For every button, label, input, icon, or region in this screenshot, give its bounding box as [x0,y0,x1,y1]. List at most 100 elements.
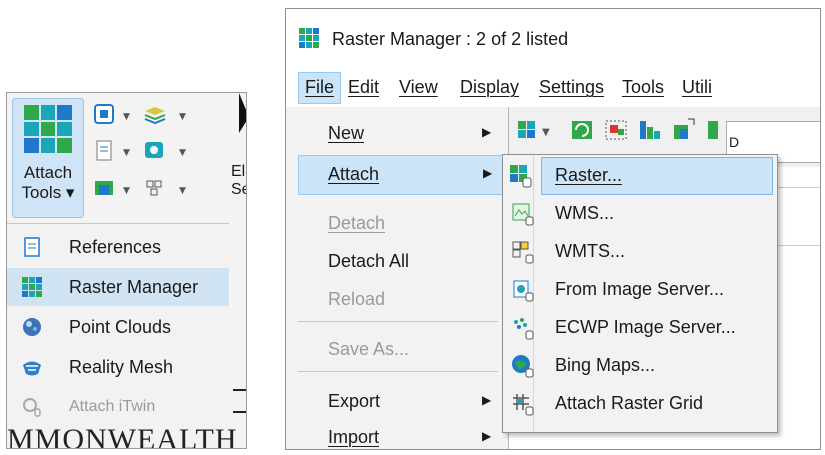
menu-separator [298,371,498,372]
menu-file[interactable]: File [298,72,342,104]
attach-tools-label-dropdown: Tools ▾ [21,183,75,202]
toolbar-field-text: D [729,134,740,150]
svg-text:▼: ▼ [179,148,186,158]
menu-settings[interactable]: Settings [539,77,604,98]
selection-arrow-icon [239,93,246,133]
menu-utilities[interactable]: Utili [682,77,712,98]
point-clouds-icon [23,318,41,336]
small-tool-row-3: ▼ ▼ [93,177,223,208]
menu-item-raster-manager[interactable]: Raster Manager [7,268,229,306]
menu-tools[interactable]: Tools [622,77,664,98]
attach-tools-button[interactable]: Attach Tools ▾ [12,98,84,218]
submenu-bing-maps[interactable]: Bing Maps... [503,347,777,385]
submenu-from-image-server[interactable]: From Image Server... [503,271,777,309]
menu-item-label: Detach All [328,251,410,271]
raster-tools-icons[interactable]: ▼ ▼ [93,139,223,165]
menu-item-label: WMS... [555,203,614,223]
file-menu-export[interactable]: Export ▶ [286,383,508,421]
raster-extra-icon[interactable] [708,121,718,139]
menu-item-label: WMTS... [555,241,625,261]
menu-bar: File Edit View Display Settings Tools Ut… [286,67,820,107]
attach-tools-dropdown: References Raster Manager Point Clouds R… [7,223,229,448]
svg-text:▼: ▼ [123,148,130,158]
menu-edit[interactable]: Edit [348,77,379,98]
menu-item-label: New [328,123,365,143]
submenu-raster[interactable]: Raster... [541,157,773,195]
svg-text:▼: ▼ [179,112,186,122]
submenu-arrow-icon: ▶ [483,166,493,180]
small-tool-row-1: ▼ ▼ [93,103,223,134]
grid-tools-icons[interactable]: ▼ ▼ [93,177,223,203]
menu-item-label: Import [328,427,380,447]
file-menu-reload[interactable]: Reload [286,281,508,319]
element-selection-label-line1: Elen [231,163,246,180]
menu-item-label: Raster Manager [69,277,199,297]
document-background-text: MMONWEALTH [7,423,238,449]
menu-item-reality-mesh[interactable]: Reality Mesh [7,348,229,386]
submenu-wmts[interactable]: WMTS... [503,233,777,271]
menu-display[interactable]: Display [460,77,519,98]
menu-separator [298,321,498,322]
attach-tools-label: Attach [23,163,73,182]
menu-item-attach-itwin[interactable]: Attach iTwin [7,388,229,426]
ecwp-server-icon [514,318,534,340]
raster-manager-window: Raster Manager : 2 of 2 listed File Edit… [285,8,821,450]
small-tool-row-2: ▼ ▼ [93,139,223,170]
raster-manager-icon [22,277,42,297]
wmts-icon [512,241,534,264]
menu-item-label: References [69,237,162,257]
file-menu-new[interactable]: New ▶ [286,115,508,153]
menu-item-label: Attach Raster Grid [555,393,704,413]
submenu-attach-raster-grid[interactable]: Attach Raster Grid [503,385,777,423]
menu-item-label: Attach [328,164,380,184]
reality-mesh-icon [23,361,41,376]
file-menu-detach-all[interactable]: Detach All [286,243,508,281]
raster-manager-icon [299,28,319,48]
menu-item-label: From Image Server... [555,279,725,299]
window-title: Raster Manager : 2 of 2 listed [332,29,569,49]
submenu-arrow-icon: ▶ [482,429,492,443]
references-icon [24,237,40,257]
title-bar: Raster Manager : 2 of 2 listed [286,9,820,67]
file-menu-attach[interactable]: Attach ▶ [298,155,506,195]
submenu-wms[interactable]: WMS... [503,195,777,233]
menu-item-label: Export [328,391,381,411]
menu-item-label: Save As... [328,339,410,359]
attach-submenu: Raster... WMS... WMTS... From Image Serv… [502,154,778,433]
menu-item-label: Attach iTwin [69,398,156,415]
menu-item-label: ECWP Image Server... [555,317,736,337]
svg-text:▼: ▼ [123,112,130,122]
refresh-raster-icon[interactable] [572,121,592,139]
image-server-icon [513,280,534,302]
file-menu-save-as[interactable]: Save As... [286,331,508,369]
menu-item-label: Raster... [555,165,623,185]
file-menu-detach[interactable]: Detach [286,205,508,243]
menu-item-point-clouds[interactable]: Point Clouds [7,308,229,346]
raster-chart-icon[interactable] [640,121,660,139]
divider [233,389,246,391]
file-menu: New ▶ Attach ▶ Detach Detach All Reload … [286,107,509,449]
raster-file-icon [510,165,532,188]
raster-resize-icon[interactable] [674,118,695,139]
raster-grid-icon [513,394,534,416]
menu-item-label: Bing Maps... [555,355,656,375]
file-menu-import[interactable]: Import ▶ [286,419,508,449]
menu-item-references[interactable]: References [7,228,229,266]
submenu-ecwp-image-server[interactable]: ECWP Image Server... [503,309,777,347]
divider [233,411,246,413]
svg-text:▼: ▼ [123,186,130,196]
attach-itwin-icon [23,398,41,417]
menu-view[interactable]: View [399,77,438,98]
attach-raster-icon[interactable]: ▼ [518,121,550,138]
svg-text:▼: ▼ [542,127,550,138]
menu-item-label: Detach [328,213,386,233]
submenu-arrow-icon: ▶ [482,125,492,139]
element-selection-label[interactable]: Elen Selec [231,163,246,199]
menu-item-label: Reload [328,289,386,309]
select-raster-icon[interactable] [605,120,627,140]
menu-item-label: Point Clouds [69,317,172,337]
ribbon-group: Attach Tools ▾ ▼ ▼ ▼ ▼ ▼ ▼ El S [7,93,246,221]
submenu-arrow-icon: ▶ [482,393,492,407]
reference-tools-icons[interactable]: ▼ ▼ [93,103,223,129]
bing-maps-icon [512,355,534,378]
